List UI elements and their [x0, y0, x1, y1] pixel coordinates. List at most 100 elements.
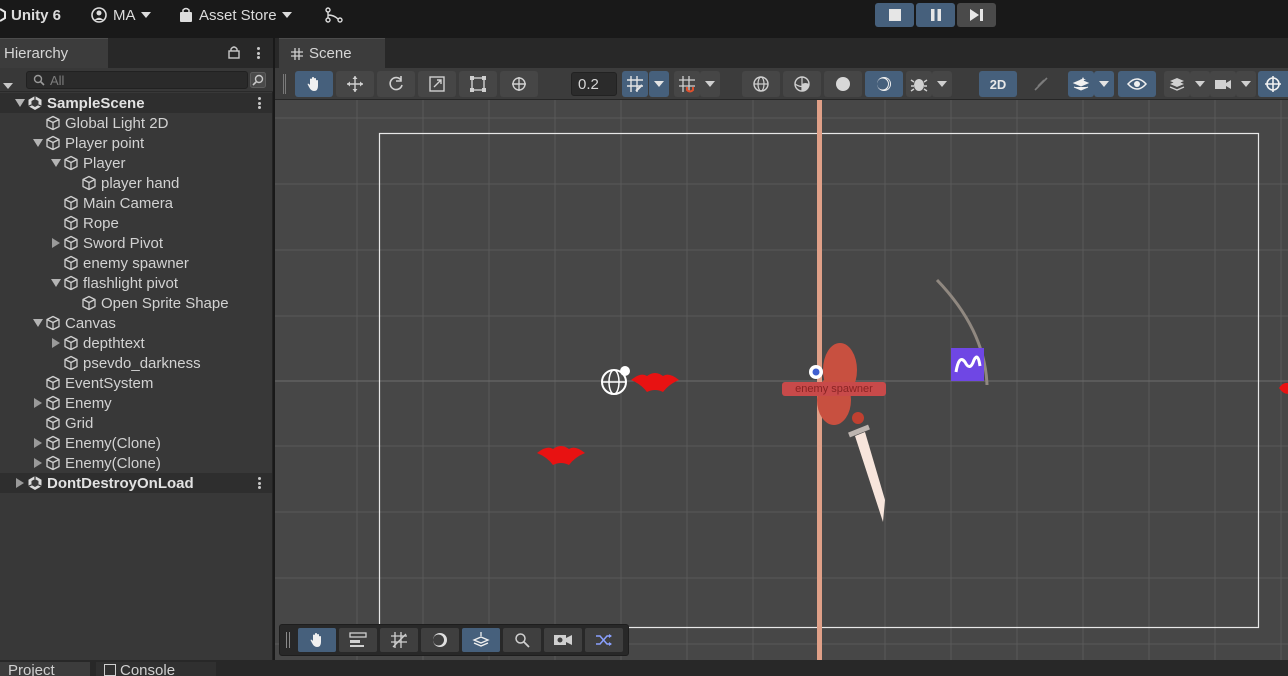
asset-store-dropdown[interactable]: Asset Store — [178, 0, 292, 30]
expand-arrow-down-icon[interactable] — [14, 97, 26, 109]
expand-arrow-down-icon[interactable] — [32, 137, 44, 149]
tab-console[interactable]: Console — [96, 662, 216, 676]
hierarchy-row[interactable]: Main Camera — [0, 193, 272, 213]
overlay-grid-button[interactable] — [380, 628, 418, 652]
hierarchy-scene-row[interactable]: SampleScene — [0, 93, 272, 113]
stop-button[interactable] — [875, 3, 914, 27]
debug-draw-mode-button[interactable] — [906, 71, 932, 97]
hierarchy-row[interactable]: Global Light 2D — [0, 113, 272, 133]
hierarchy-search-row: All — [0, 68, 273, 92]
expand-arrow-down-icon[interactable] — [32, 317, 44, 329]
hierarchy-row[interactable]: Rope — [0, 213, 272, 233]
camera-settings-button[interactable] — [1210, 71, 1236, 97]
hierarchy-row[interactable]: Player point — [0, 133, 272, 153]
expand-arrow-right-icon[interactable] — [50, 337, 62, 349]
expand-arrow-right-icon[interactable] — [14, 477, 26, 489]
pause-button[interactable] — [916, 3, 955, 27]
hierarchy-row[interactable]: Player — [0, 153, 272, 173]
rect-tool-button[interactable] — [459, 71, 497, 97]
2d-mode-toggle[interactable]: 2D — [979, 71, 1017, 97]
tab-project[interactable]: Project — [0, 662, 90, 676]
enemy-sprite[interactable] — [631, 373, 679, 392]
view-tool-button[interactable] — [295, 71, 333, 97]
expand-arrow-down-icon[interactable] — [50, 277, 62, 289]
move-tool-button[interactable] — [336, 71, 374, 97]
hierarchy-row[interactable]: flashlight pivot — [0, 273, 272, 293]
expand-arrow-right-icon[interactable] — [32, 457, 44, 469]
sprite-shape-icon[interactable] — [951, 348, 984, 381]
shading-wireframe-button[interactable] — [783, 71, 821, 97]
overlay-search-button[interactable] — [503, 628, 541, 652]
expand-arrow-right-icon[interactable] — [32, 437, 44, 449]
hierarchy-row[interactable]: Sword Pivot — [0, 233, 272, 253]
enemy-sprite[interactable] — [537, 446, 585, 465]
version-control-button[interactable] — [325, 0, 343, 30]
grid-snapping-dropdown[interactable] — [649, 71, 669, 97]
tab-scene[interactable]: Scene — [279, 38, 385, 68]
global-local-button[interactable] — [742, 71, 780, 97]
hierarchy-menu-kebab[interactable] — [255, 45, 261, 61]
overlay-view-options-button[interactable] — [462, 628, 500, 652]
layers-button[interactable] — [1164, 71, 1190, 97]
increment-snap-button[interactable] — [674, 71, 700, 97]
layers-dropdown[interactable] — [1190, 71, 1210, 97]
expand-arrow-down-icon[interactable] — [50, 157, 62, 169]
rotate-tool-button[interactable] — [377, 71, 415, 97]
scene-menu-kebab[interactable] — [256, 95, 262, 111]
hierarchy-row[interactable]: player hand — [0, 173, 272, 193]
toolbar-grip[interactable] — [283, 74, 286, 94]
overlay-view-tool-button[interactable] — [298, 628, 336, 652]
hierarchy-tabbar: Hierarchy — [0, 38, 273, 68]
camera-settings-dropdown[interactable] — [1236, 71, 1256, 97]
account-dropdown[interactable]: MA — [90, 0, 151, 30]
hierarchy-row[interactable]: Enemy(Clone) — [0, 453, 272, 473]
expand-arrow-right-icon[interactable] — [50, 237, 62, 249]
hierarchy-row[interactable]: enemy spawner — [0, 253, 272, 273]
hierarchy-row[interactable]: depthtext — [0, 333, 272, 353]
move-icon — [347, 76, 363, 92]
scene-viewport[interactable]: enemy spawner — [275, 100, 1288, 660]
hierarchy-row[interactable]: Grid — [0, 413, 272, 433]
effects-dropdown[interactable] — [1094, 71, 1114, 97]
scene-canvas[interactable]: enemy spawner — [275, 100, 1288, 660]
hierarchy-row[interactable]: Enemy(Clone) — [0, 433, 272, 453]
create-dropdown-icon[interactable] — [3, 76, 13, 92]
overlay-shuffle-button[interactable] — [585, 628, 623, 652]
hierarchy-scene-row[interactable]: DontDestroyOnLoad — [0, 473, 272, 493]
hierarchy-row[interactable]: psevdo_darkness — [0, 353, 272, 373]
player-sprite[interactable]: enemy spawner — [782, 343, 886, 425]
overlay-camera-button[interactable] — [544, 628, 582, 652]
hierarchy-search-input[interactable]: All — [26, 71, 248, 89]
overlay-draw-mode-button[interactable] — [421, 628, 459, 652]
increment-snap-dropdown[interactable] — [700, 71, 720, 97]
enemy-spawner-label: enemy spawner — [795, 383, 873, 395]
tab-hierarchy[interactable]: Hierarchy — [0, 38, 108, 68]
snap-increment-field[interactable]: 0.2 — [571, 72, 617, 96]
step-button[interactable] — [957, 3, 996, 27]
transform-tool-button[interactable] — [500, 71, 538, 97]
unity-menu[interactable]: Unity 6 — [0, 0, 61, 30]
scene-visibility-button[interactable] — [1118, 71, 1156, 97]
gizmos-button[interactable] — [1258, 71, 1288, 97]
enemy-sprite-edge[interactable] — [1279, 382, 1288, 394]
hierarchy-row[interactable]: Canvas — [0, 313, 272, 333]
scene-menu-kebab[interactable] — [256, 475, 262, 491]
shading-lit-button[interactable] — [865, 71, 903, 97]
expand-arrow-right-icon[interactable] — [32, 397, 44, 409]
grid-snapping-button[interactable] — [622, 71, 648, 97]
debug-draw-mode-dropdown[interactable] — [932, 71, 952, 97]
hierarchy-row[interactable]: Open Sprite Shape — [0, 293, 272, 313]
hierarchy-row[interactable]: Enemy — [0, 393, 272, 413]
audio-toggle-button[interactable] — [1022, 71, 1060, 97]
shading-solid-button[interactable] — [824, 71, 862, 97]
hand-icon — [307, 77, 318, 91]
sword-sprite[interactable] — [848, 412, 885, 522]
hierarchy-row[interactable]: EventSystem — [0, 373, 272, 393]
hierarchy-search-placeholder: All — [50, 72, 65, 88]
scale-tool-button[interactable] — [418, 71, 456, 97]
overlay-tool-settings-button[interactable] — [339, 628, 377, 652]
search-by-type-icon[interactable] — [250, 72, 266, 91]
lock-icon[interactable] — [228, 45, 240, 62]
overlay-grip[interactable] — [286, 632, 290, 648]
effects-toggle-button[interactable] — [1068, 71, 1094, 97]
